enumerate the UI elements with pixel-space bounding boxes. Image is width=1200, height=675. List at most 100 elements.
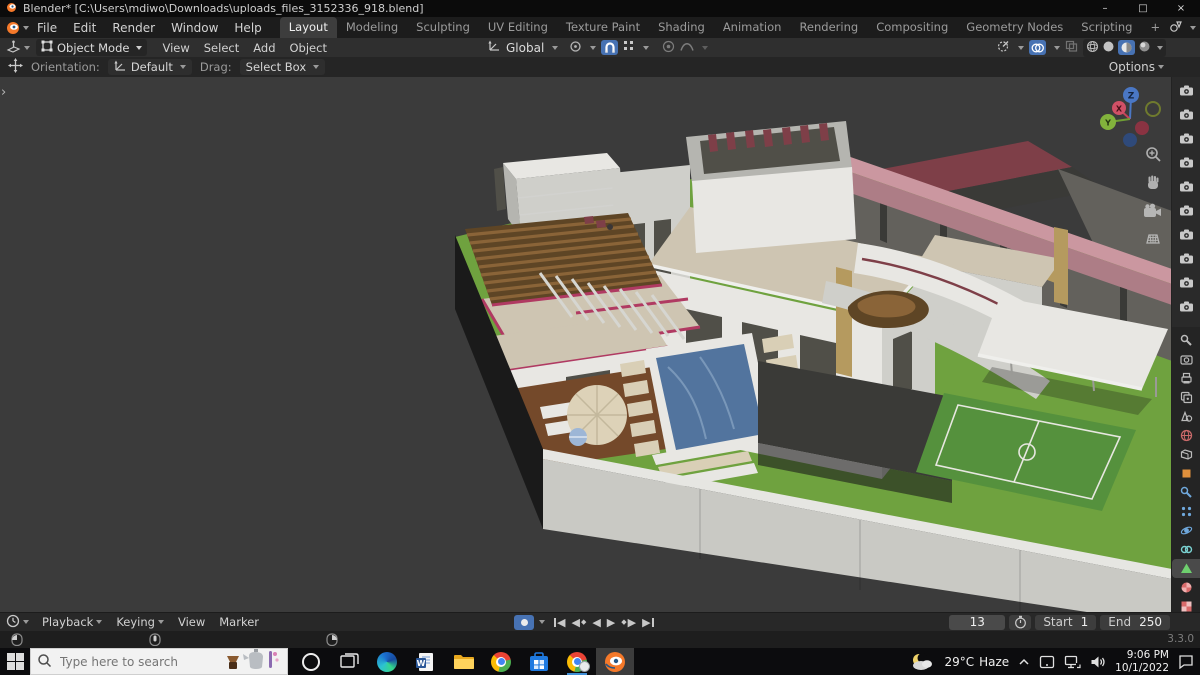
options-dropdown[interactable]: Options	[1109, 60, 1164, 74]
3d-viewport[interactable]: › Z X Y	[0, 77, 1200, 612]
menu-help[interactable]: Help	[226, 19, 269, 37]
drag-dropdown[interactable]: Select Box	[239, 59, 326, 75]
viewport-menu-object[interactable]: Object	[283, 40, 334, 56]
previous-keyframe-button[interactable]: ◀ ◆	[568, 616, 589, 629]
jump-to-end-button[interactable]: ▶	[639, 616, 656, 629]
tab-geometry-nodes[interactable]: Geometry Nodes	[957, 17, 1072, 38]
proportional-falloff-icon[interactable]	[680, 40, 694, 55]
snap-with-icon[interactable]	[623, 40, 635, 55]
properties-tab-modifiers[interactable]	[1172, 483, 1200, 502]
transform-orientation[interactable]: Global	[506, 41, 544, 55]
taskbar-app-chrome-profile[interactable]	[558, 648, 596, 675]
start-frame-field[interactable]: Start 1	[1035, 614, 1097, 630]
timeline-menu-playback[interactable]: Playback	[35, 614, 109, 630]
camera-render-toggle-icon[interactable]	[1179, 181, 1194, 195]
menu-edit[interactable]: Edit	[65, 19, 104, 37]
tab-shading[interactable]: Shading	[649, 17, 714, 38]
auto-keying-button[interactable]	[514, 614, 534, 630]
properties-tab-output[interactable]	[1172, 369, 1200, 388]
properties-tab-physics[interactable]	[1172, 521, 1200, 540]
properties-tab-particles[interactable]	[1172, 502, 1200, 521]
properties-tab-object[interactable]	[1172, 464, 1200, 483]
tab-animation[interactable]: Animation	[714, 17, 791, 38]
shading-wireframe-icon[interactable]	[1086, 40, 1099, 56]
taskbar-app-task-view[interactable]	[330, 648, 368, 675]
hidden-icons-chevron[interactable]	[1018, 658, 1030, 666]
maximize-button[interactable]: □	[1124, 0, 1162, 17]
taskbar-app-edge[interactable]	[368, 648, 406, 675]
scene-icon[interactable]	[1169, 19, 1183, 36]
shading-solid-icon[interactable]	[1102, 40, 1115, 56]
proportional-editing-icon[interactable]	[662, 40, 675, 56]
toolbar-expand-arrow[interactable]: ›	[1, 85, 6, 100]
menu-file[interactable]: File	[29, 19, 65, 37]
play-button[interactable]: ▶	[604, 616, 618, 629]
camera-render-toggle-icon[interactable]	[1179, 229, 1194, 243]
viewport-menu-select[interactable]: Select	[197, 40, 246, 56]
camera-render-toggle-icon[interactable]	[1179, 301, 1194, 315]
taskbar-search[interactable]	[30, 648, 288, 675]
timeline-menu-view[interactable]: View	[171, 614, 212, 630]
camera-render-toggle-icon[interactable]	[1179, 157, 1194, 171]
menu-window[interactable]: Window	[163, 19, 226, 37]
timeline-menu-keying[interactable]: Keying	[109, 614, 171, 630]
camera-render-toggle-icon[interactable]	[1179, 277, 1194, 291]
weather-icon[interactable]	[909, 652, 935, 672]
orthographic-grid-icon[interactable]	[1144, 230, 1162, 249]
show-overlays-icon[interactable]	[1029, 40, 1046, 55]
tab-modeling[interactable]: Modeling	[337, 17, 407, 38]
blender-menu-icon[interactable]	[6, 21, 20, 35]
properties-tab-view-layer[interactable]	[1172, 388, 1200, 407]
shading-rendered-icon[interactable]	[1138, 40, 1151, 56]
start-button[interactable]	[0, 648, 30, 675]
camera-render-toggle-icon[interactable]	[1179, 133, 1194, 147]
properties-tab-tool[interactable]	[1172, 331, 1200, 350]
properties-tab-render[interactable]	[1172, 350, 1200, 369]
navigation-gizmo[interactable]: Z X Y	[1100, 81, 1166, 150]
tab-sculpting[interactable]: Sculpting	[407, 17, 479, 38]
toggle-xray-icon[interactable]	[1065, 40, 1078, 55]
action-center-icon[interactable]	[1178, 654, 1194, 669]
orientation-dropdown[interactable]: Default	[107, 59, 192, 75]
properties-tab-scene[interactable]	[1172, 407, 1200, 426]
add-workspace-button[interactable]: +	[1141, 17, 1169, 38]
display-tray-icon[interactable]	[1039, 655, 1055, 669]
shading-material-preview-icon[interactable]	[1118, 40, 1135, 55]
use-preview-range-icon[interactable]	[1009, 614, 1032, 630]
viewport-menu-view[interactable]: View	[155, 40, 196, 56]
taskbar-app-word[interactable]: W	[406, 648, 444, 675]
3d-scene-render[interactable]	[0, 77, 1172, 612]
show-gizmo-icon[interactable]	[996, 40, 1010, 56]
properties-tab-object-data[interactable]	[1172, 559, 1200, 578]
taskbar-app-cortana[interactable]	[292, 648, 330, 675]
camera-render-toggle-icon[interactable]	[1179, 85, 1194, 99]
tab-compositing[interactable]: Compositing	[867, 17, 957, 38]
snap-target-icon[interactable]	[569, 40, 582, 56]
tab-layout[interactable]: Layout	[279, 17, 337, 38]
taskbar-app-file-explorer[interactable]	[444, 648, 482, 675]
taskbar-app-blender[interactable]	[596, 648, 634, 675]
tab-texture-paint[interactable]: Texture Paint	[557, 17, 649, 38]
timeline-menu-marker[interactable]: Marker	[212, 614, 266, 630]
camera-render-toggle-icon[interactable]	[1179, 205, 1194, 219]
snap-magnet-icon[interactable]	[601, 40, 619, 55]
move-tool-icon[interactable]	[8, 58, 23, 76]
properties-tab-collection[interactable]	[1172, 445, 1200, 464]
camera-render-toggle-icon[interactable]	[1179, 253, 1194, 267]
network-icon[interactable]	[1064, 655, 1081, 669]
pan-icon[interactable]	[1144, 174, 1162, 195]
menu-render[interactable]: Render	[104, 19, 163, 37]
jump-to-start-button[interactable]: ◀	[551, 616, 568, 629]
weather-widget[interactable]: 29°C Haze	[944, 655, 1009, 669]
current-frame-field[interactable]: 13	[949, 614, 1006, 630]
tab-scripting[interactable]: Scripting	[1072, 17, 1141, 38]
tab-uv-editing[interactable]: UV Editing	[479, 17, 557, 38]
properties-tab-texture[interactable]	[1172, 597, 1200, 612]
taskbar-app-microsoft-store[interactable]	[520, 648, 558, 675]
mode-dropdown[interactable]: Object Mode	[36, 39, 148, 56]
volume-icon[interactable]	[1090, 655, 1106, 669]
viewport-menu-add[interactable]: Add	[246, 40, 282, 56]
properties-tab-constraints[interactable]	[1172, 540, 1200, 559]
end-frame-field[interactable]: End 250	[1100, 614, 1170, 630]
taskbar-app-chrome[interactable]	[482, 648, 520, 675]
